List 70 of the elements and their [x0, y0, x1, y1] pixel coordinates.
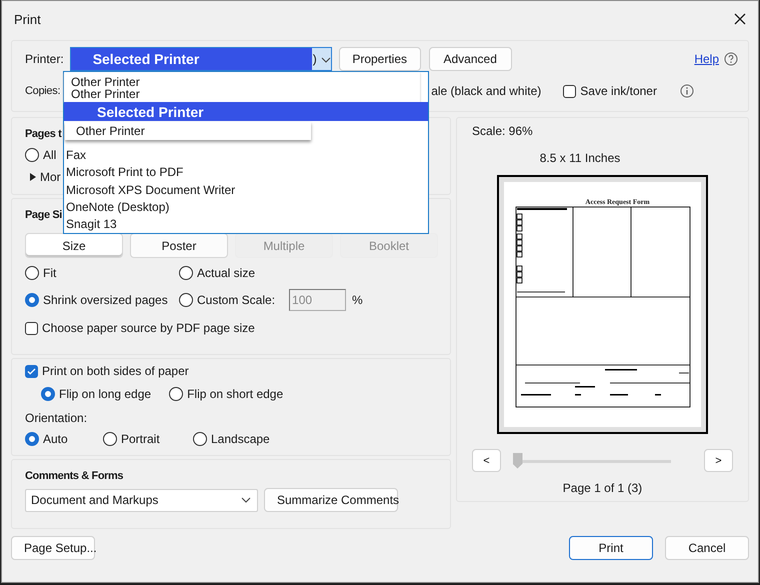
printer-option[interactable]: Other Printer: [65, 122, 311, 140]
printer-option[interactable]: Snagit 13: [64, 216, 428, 233]
checkbox-label: Choose paper source by PDF page size: [42, 321, 255, 335]
more-options-label[interactable]: Mor: [40, 170, 61, 184]
radio-button[interactable]: [25, 432, 39, 446]
printer-option[interactable]: Other Printer: [71, 88, 420, 100]
sizing-tab[interactable]: Poster: [130, 233, 228, 258]
expand-icon[interactable]: [30, 173, 36, 181]
summarize-button[interactable]: Summarize Comments: [264, 488, 398, 512]
radio-button[interactable]: [25, 148, 39, 162]
radio-label: Auto: [43, 432, 68, 446]
radio-button[interactable]: [25, 266, 39, 280]
section-heading: Pages t: [25, 128, 62, 140]
chevron-down-icon: [320, 57, 331, 63]
page-setup-button[interactable]: Page Setup...: [11, 536, 95, 560]
radio-button[interactable]: [41, 387, 55, 401]
printer-option[interactable]: Fax: [64, 146, 428, 164]
checkbox[interactable]: [563, 84, 576, 98]
cancel-button[interactable]: Cancel: [665, 536, 749, 560]
info-icon: [680, 84, 694, 98]
paper-size-label: 8.5 x 11 Inches: [540, 151, 620, 165]
radio-label: All: [43, 148, 56, 162]
grayscale-label: ale (black and white): [431, 84, 542, 98]
section-heading: Page Si: [25, 209, 62, 221]
printer-option[interactable]: Microsoft XPS Document Writer: [64, 181, 428, 198]
advanced-button[interactable]: Advanced: [428, 47, 512, 71]
checkbox[interactable]: [25, 364, 38, 378]
section-heading: Comments & Forms: [25, 470, 124, 482]
radio-button[interactable]: [169, 387, 184, 401]
comments-select[interactable]: Document and Markups: [25, 488, 258, 512]
radio-label: Fit: [43, 266, 56, 280]
help-link[interactable]: Help: [694, 52, 719, 66]
radio-button[interactable]: [179, 266, 193, 280]
close-icon: [734, 13, 746, 25]
slider-thumb[interactable]: [512, 452, 522, 468]
print-button[interactable]: Print: [569, 536, 653, 560]
next-page-button[interactable]: >: [704, 449, 733, 472]
printer-label: Printer:: [25, 52, 64, 66]
radio-label: Flip on short edge: [187, 387, 284, 401]
percent-label: %: [352, 293, 363, 307]
copies-label: Copies:: [25, 85, 60, 97]
chevron-down-icon: [241, 497, 251, 503]
previous-page-button[interactable]: <: [472, 449, 501, 472]
printer-dropdown[interactable]: Selected Printer ): [70, 47, 332, 71]
help-icon: [724, 52, 738, 66]
window-title: Print: [14, 12, 41, 26]
checkbox-label: Save ink/toner: [580, 84, 657, 98]
radio-button[interactable]: [25, 293, 39, 307]
printer-option[interactable]: Other Printer: [71, 76, 420, 88]
radio-label: Actual size: [197, 266, 256, 280]
printer-option[interactable]: OneNote (Desktop): [64, 198, 428, 216]
radio-label: Flip on long edge: [59, 387, 152, 401]
radio-button[interactable]: [179, 293, 193, 307]
radio-label: Portrait: [121, 432, 160, 446]
properties-button[interactable]: Properties: [338, 47, 421, 71]
sizing-tab[interactable]: Size: [25, 233, 123, 258]
checkbox-label: Print on both sides of paper: [42, 364, 189, 378]
page-count-label: Page 1 of 1 (3): [562, 481, 642, 495]
radio-button[interactable]: [193, 432, 207, 446]
printer-option[interactable]: Selected Printer: [64, 102, 428, 122]
orientation-label: Orientation:: [25, 411, 88, 425]
radio-label: Landscape: [211, 432, 270, 446]
printer-option[interactable]: Microsoft Print to PDF: [64, 164, 428, 182]
checkbox[interactable]: [25, 322, 38, 334]
combo-text: ): [312, 52, 317, 66]
radio-button[interactable]: [103, 432, 117, 446]
scale-label: Scale: 96%: [472, 124, 533, 138]
radio-label: Custom Scale:: [197, 293, 276, 307]
radio-label: Shrink oversized pages: [43, 293, 168, 307]
check-icon: [27, 366, 36, 376]
